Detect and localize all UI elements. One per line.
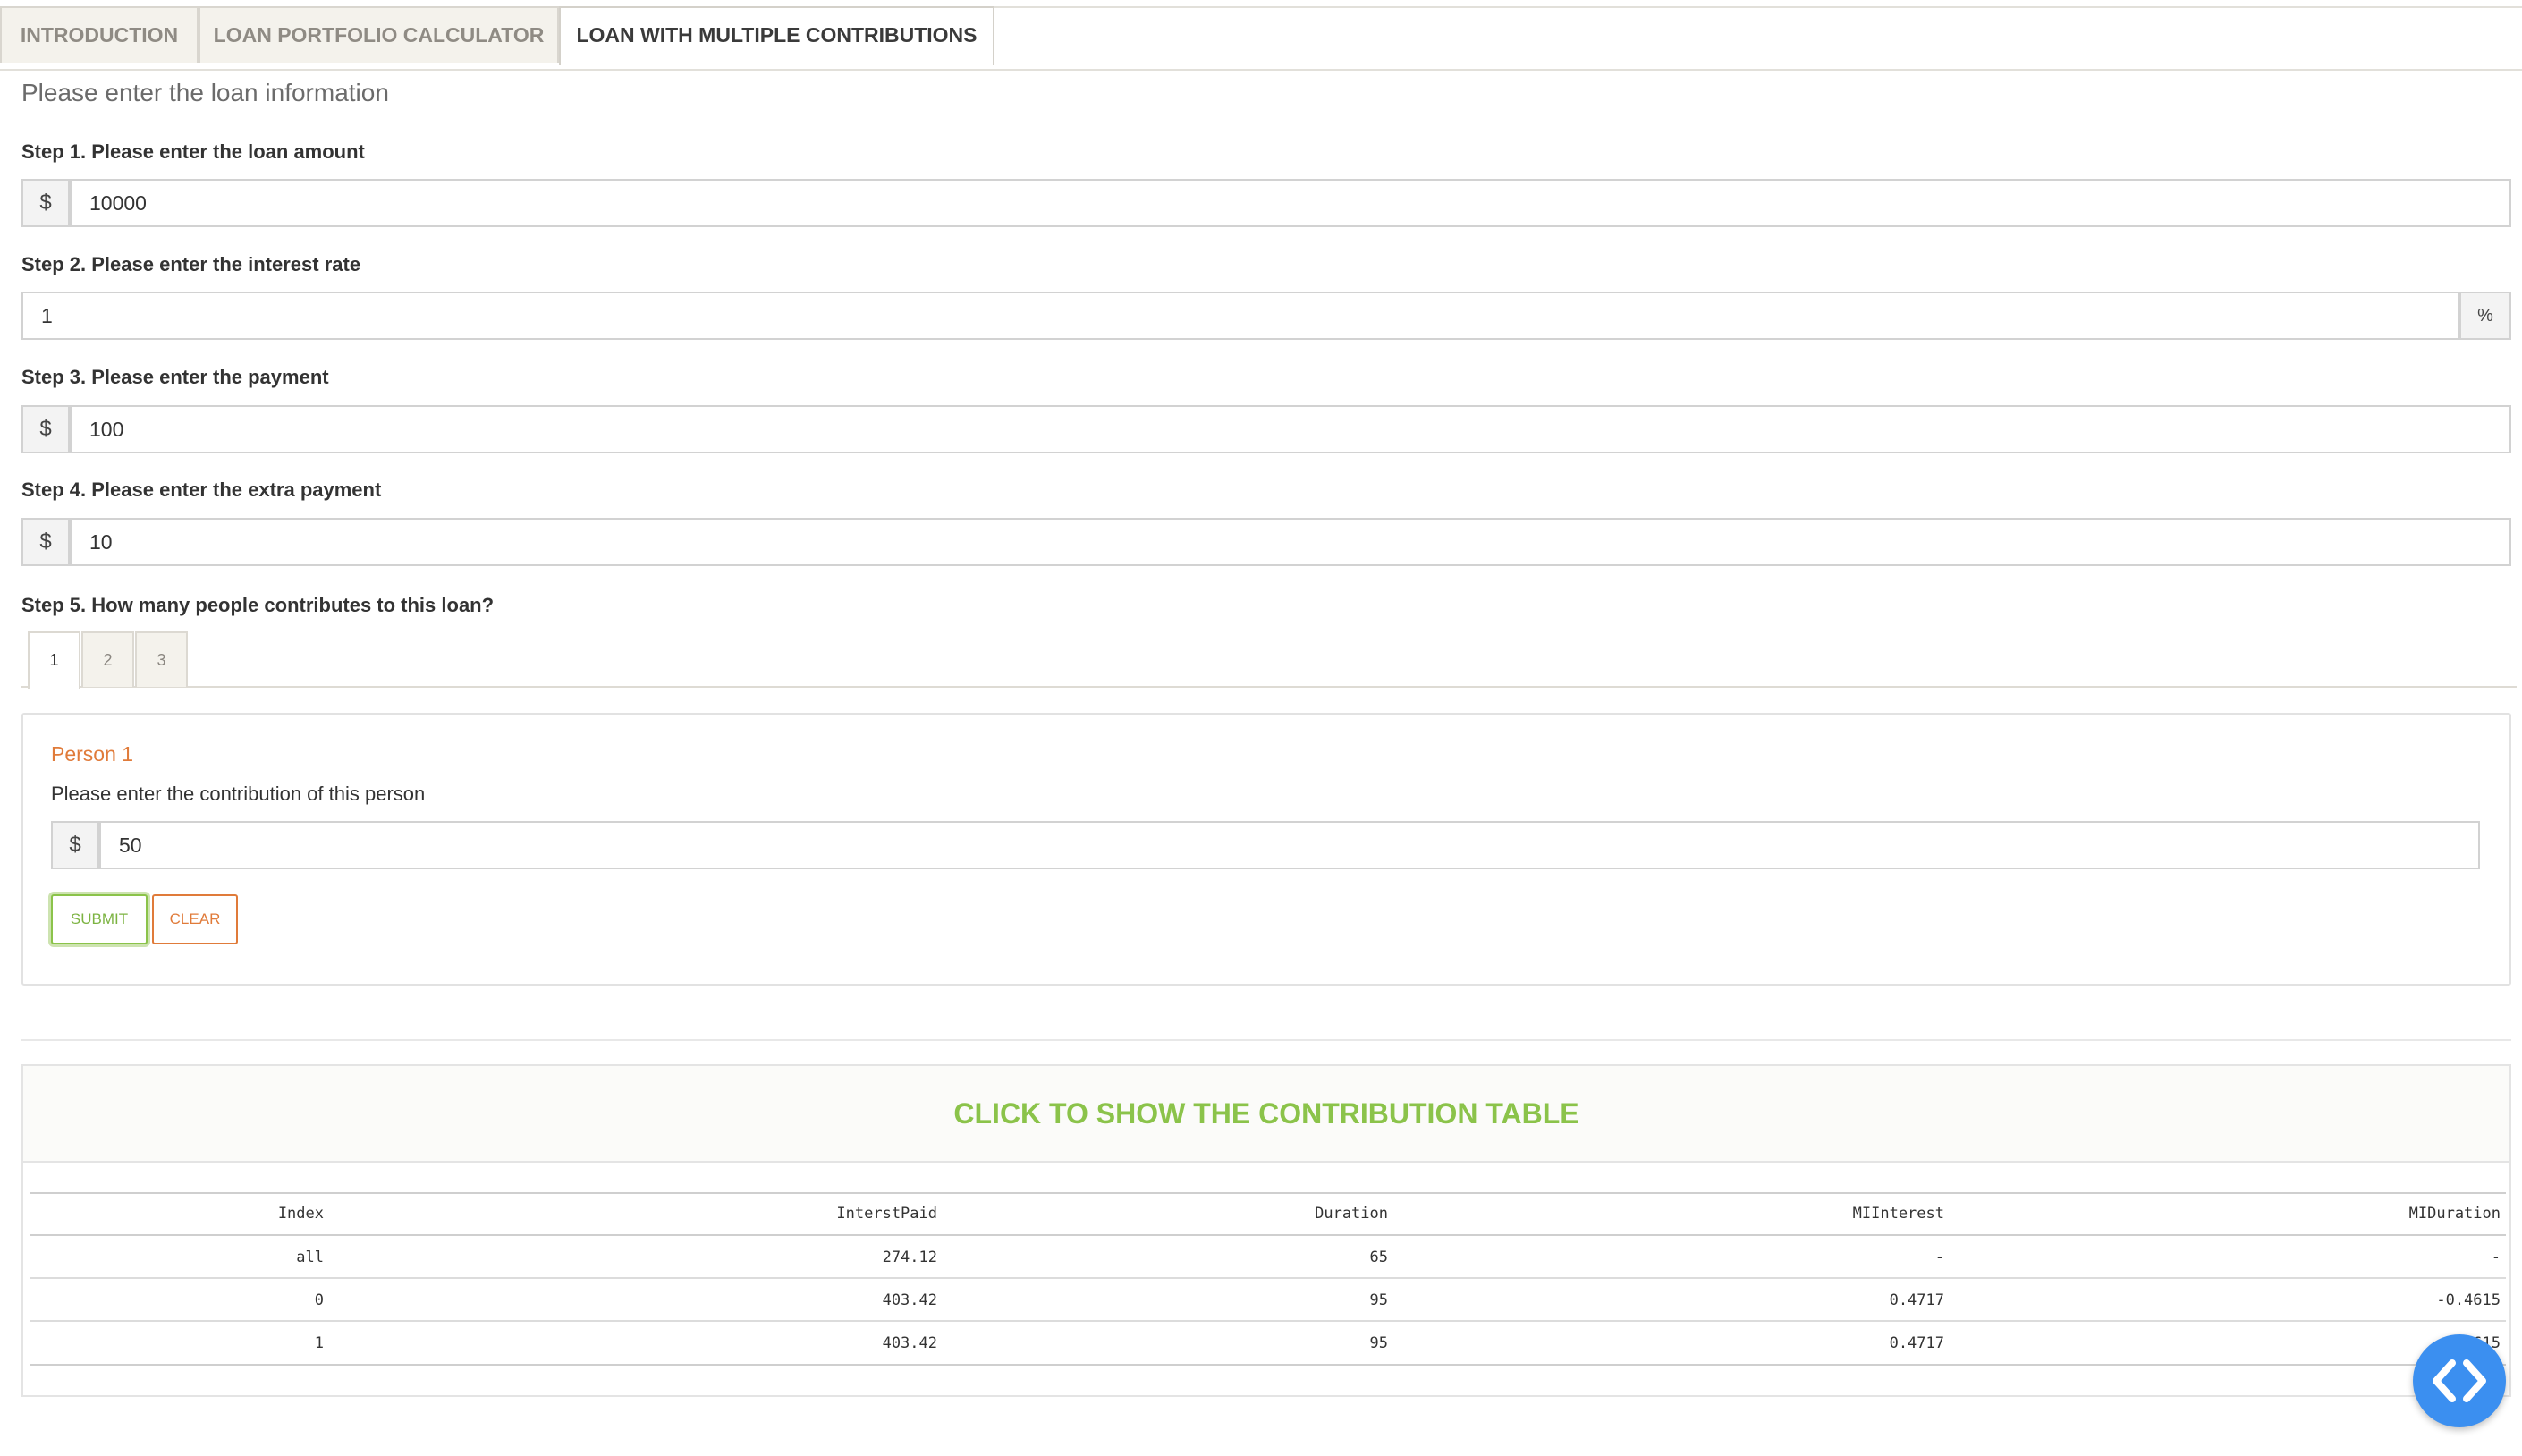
- interest-rate-field: 1 %: [21, 292, 2511, 340]
- code-toggle-button[interactable]: [2413, 1334, 2506, 1427]
- step3-label: Step 3. Please enter the payment: [21, 366, 329, 388]
- table-header-border: [30, 1234, 2506, 1236]
- tab-bar-bottom-border: [0, 69, 2522, 71]
- cell-index: 1: [314, 1334, 324, 1352]
- step1-label: Step 1. Please enter the loan amount: [21, 140, 365, 163]
- person-tabs-border: [21, 686, 2517, 688]
- cell-miinterest: -: [1934, 1249, 1944, 1266]
- tab-introduction[interactable]: INTRODUCTION: [0, 6, 199, 63]
- person-title: Person 1: [51, 742, 134, 766]
- payment-field: $ 100: [21, 405, 2511, 453]
- percent-addon: %: [2459, 292, 2511, 340]
- column-header-miinterest: MIInterest: [1852, 1205, 1944, 1223]
- code-brackets-icon: [2433, 1359, 2486, 1402]
- clear-button[interactable]: CLEAR: [152, 894, 238, 944]
- extra-payment-field: $ 10: [21, 518, 2511, 566]
- tab-loan-portfolio-calculator[interactable]: LOAN PORTFOLIO CALCULATOR: [199, 6, 559, 63]
- column-header-interstpaid: InterstPaid: [836, 1205, 937, 1223]
- dollar-addon: $: [21, 405, 70, 453]
- cell-index: all: [296, 1249, 324, 1266]
- cell-interstpaid: 274.12: [882, 1249, 937, 1266]
- cell-interstpaid: 403.42: [882, 1334, 937, 1352]
- dollar-addon: $: [51, 821, 99, 869]
- column-header-miduration: MIDuration: [2408, 1205, 2501, 1223]
- cell-interstpaid: 403.42: [882, 1291, 937, 1309]
- cell-duration: 95: [1369, 1291, 1388, 1309]
- row-divider: [30, 1277, 2506, 1279]
- step4-label: Step 4. Please enter the extra payment: [21, 478, 382, 501]
- table-top-border: [30, 1192, 2506, 1194]
- submit-button[interactable]: SUBMIT: [51, 894, 148, 944]
- dollar-addon: $: [21, 518, 70, 566]
- person-description: Please enter the contribution of this pe…: [51, 783, 426, 805]
- tab-loan-with-multiple-contributions[interactable]: LOAN WITH MULTIPLE CONTRIBUTIONS: [559, 6, 994, 65]
- cell-miduration: -: [2491, 1249, 2501, 1266]
- loan-amount-field: $ 10000: [21, 179, 2511, 227]
- cell-duration: 65: [1369, 1249, 1388, 1266]
- table-bottom-border: [30, 1364, 2506, 1366]
- payment-input[interactable]: 100: [70, 405, 2511, 453]
- extra-payment-input[interactable]: 10: [70, 518, 2511, 566]
- cell-index: 0: [314, 1291, 324, 1309]
- page-heading: Please enter the loan information: [21, 79, 389, 106]
- section-divider: [21, 1039, 2511, 1041]
- contribution-field: $ 50: [51, 821, 2480, 869]
- step2-label: Step 2. Please enter the interest rate: [21, 253, 361, 275]
- column-header-index: Index: [277, 1205, 324, 1223]
- step5-label: Step 5. How many people contributes to t…: [21, 594, 495, 616]
- cell-miinterest: 0.4717: [1889, 1334, 1944, 1352]
- interest-rate-input[interactable]: 1: [21, 292, 2459, 340]
- person-tab-3[interactable]: 3: [135, 631, 188, 687]
- main-tab-bar: INTRODUCTION LOAN PORTFOLIO CALCULATOR L…: [0, 6, 2522, 71]
- cell-duration: 95: [1369, 1334, 1388, 1352]
- person-tab-1[interactable]: 1: [28, 631, 80, 689]
- cell-miinterest: 0.4717: [1889, 1291, 1944, 1309]
- person-tab-2[interactable]: 2: [81, 631, 134, 687]
- row-divider: [30, 1320, 2506, 1322]
- loan-amount-input[interactable]: 10000: [70, 179, 2511, 227]
- column-header-duration: Duration: [1315, 1205, 1388, 1223]
- contribution-input[interactable]: 50: [99, 821, 2480, 869]
- cell-miduration: -0.4615: [2436, 1291, 2501, 1309]
- dollar-addon: $: [21, 179, 70, 227]
- show-contribution-table-toggle[interactable]: CLICK TO SHOW THE CONTRIBUTION TABLE: [23, 1066, 2509, 1163]
